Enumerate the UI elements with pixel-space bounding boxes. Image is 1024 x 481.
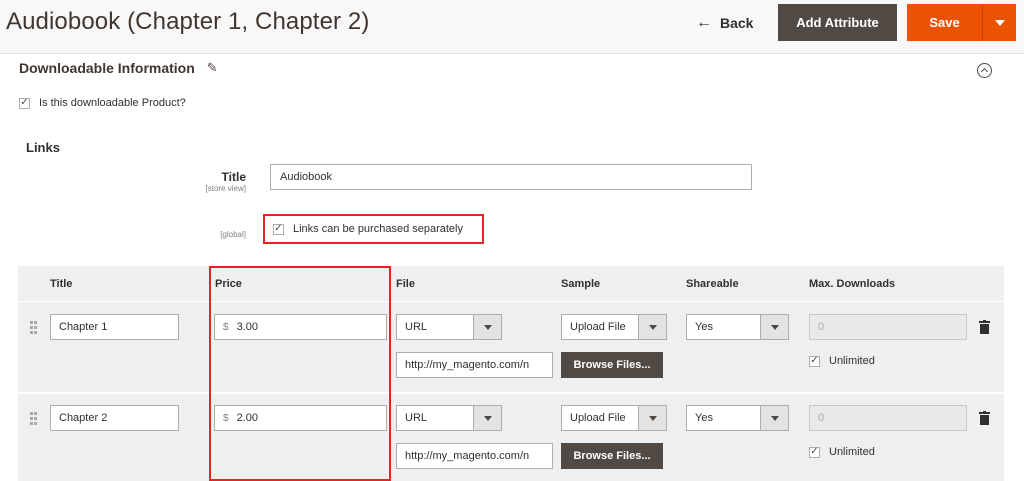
column-header-price: Price: [215, 278, 242, 290]
column-header-file: File: [396, 278, 415, 290]
unlimited-option: ✓ Unlimited: [809, 355, 875, 367]
max-downloads-input[interactable]: 0: [809, 314, 967, 340]
browse-files-button[interactable]: Browse Files...: [561, 352, 663, 378]
add-attribute-button[interactable]: Add Attribute: [778, 4, 897, 41]
back-label: Back: [720, 15, 754, 31]
links-table: Title Price File Sample Shareable Max. D…: [18, 266, 1004, 481]
is-downloadable-option: ✓ Is this downloadable Product?: [19, 97, 186, 109]
save-button-group: Save: [907, 4, 1016, 41]
unlimited-checkbox[interactable]: ✓: [809, 355, 820, 367]
triangle-down-icon: [638, 315, 666, 339]
triangle-down-icon: [994, 19, 1005, 26]
link-price-value: 3.00: [236, 321, 258, 333]
column-header-sample: Sample: [561, 278, 601, 290]
chevron-up-circle-icon[interactable]: [977, 63, 992, 78]
file-type-select[interactable]: URL: [396, 405, 502, 431]
link-price-input[interactable]: $ 3.00: [214, 314, 387, 340]
sample-type-select[interactable]: Upload File: [561, 314, 667, 340]
triangle-down-icon: [473, 315, 501, 339]
table-header: Title Price File Sample Shareable Max. D…: [18, 266, 1004, 302]
back-button[interactable]: ← Back: [696, 11, 753, 35]
links-title-input[interactable]: Audiobook: [270, 164, 752, 190]
links-title-scope: [store view]: [205, 184, 246, 193]
save-button[interactable]: Save: [907, 4, 982, 41]
link-title-input[interactable]: Chapter 2: [50, 405, 179, 431]
column-header-title: Title: [50, 278, 73, 290]
unlimited-label: Unlimited: [829, 355, 875, 367]
file-url-input[interactable]: http://my_magento.com/n: [396, 352, 553, 378]
purchase-separately-option: ✓ Links can be purchased separately: [263, 214, 484, 244]
section-header-downloadable[interactable]: Downloadable Information ✎: [19, 60, 218, 76]
purchase-separately-checkbox[interactable]: ✓: [273, 223, 284, 235]
triangle-down-icon: [473, 406, 501, 430]
link-price-value: 2.00: [236, 412, 258, 424]
currency-symbol: $: [223, 412, 229, 424]
shareable-value: Yes: [695, 412, 713, 424]
pencil-icon[interactable]: ✎: [207, 60, 218, 76]
link-price-input[interactable]: $ 2.00: [214, 405, 387, 431]
file-type-select[interactable]: URL: [396, 314, 502, 340]
trash-icon[interactable]: [979, 320, 990, 334]
trash-icon[interactable]: [979, 411, 990, 425]
links-heading: Links: [26, 140, 60, 155]
file-url-input[interactable]: http://my_magento.com/n: [396, 443, 553, 469]
arrow-left-icon: ←: [696, 14, 712, 31]
triangle-down-icon: [760, 315, 788, 339]
page-header: Audiobook (Chapter 1, Chapter 2) ← Back …: [0, 0, 1024, 54]
global-scope-label: [global]: [220, 230, 246, 239]
column-header-max-downloads: Max. Downloads: [809, 278, 896, 290]
column-header-shareable: Shareable: [686, 278, 739, 290]
file-type-value: URL: [405, 412, 428, 424]
currency-symbol: $: [223, 321, 229, 333]
link-title-input[interactable]: Chapter 1: [50, 314, 179, 340]
sample-type-select[interactable]: Upload File: [561, 405, 667, 431]
row-divider: [18, 392, 1004, 394]
is-downloadable-checkbox[interactable]: ✓: [19, 97, 30, 109]
triangle-down-icon: [638, 406, 666, 430]
unlimited-option: ✓ Unlimited: [809, 446, 875, 458]
drag-handle-icon[interactable]: [30, 321, 37, 335]
is-downloadable-label: Is this downloadable Product?: [39, 97, 186, 109]
drag-handle-icon[interactable]: [30, 412, 37, 426]
section-title: Downloadable Information: [19, 60, 195, 76]
sample-type-value: Upload File: [570, 412, 626, 424]
browse-files-button[interactable]: Browse Files...: [561, 443, 663, 469]
unlimited-checkbox[interactable]: ✓: [809, 446, 820, 458]
triangle-down-icon: [760, 406, 788, 430]
shareable-value: Yes: [695, 321, 713, 333]
file-type-value: URL: [405, 321, 428, 333]
sample-type-value: Upload File: [570, 321, 626, 333]
shareable-select[interactable]: Yes: [686, 314, 789, 340]
links-title-label: Title: [221, 170, 246, 184]
page-title: Audiobook (Chapter 1, Chapter 2): [6, 8, 370, 35]
unlimited-label: Unlimited: [829, 446, 875, 458]
save-options-toggle[interactable]: [982, 4, 1016, 41]
purchase-separately-label: Links can be purchased separately: [293, 223, 463, 235]
shareable-select[interactable]: Yes: [686, 405, 789, 431]
max-downloads-input[interactable]: 0: [809, 405, 967, 431]
